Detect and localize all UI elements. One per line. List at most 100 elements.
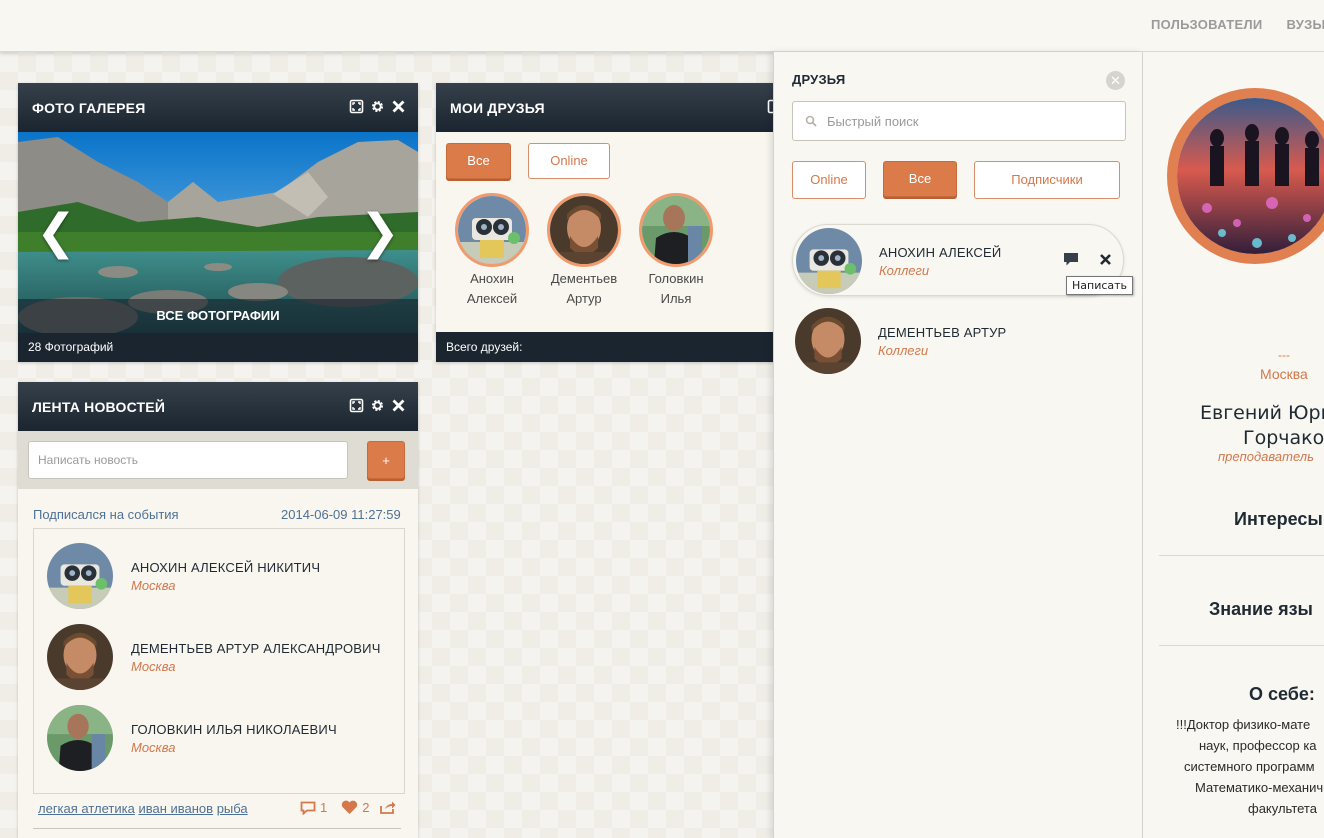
tag-link[interactable]: легкая атлетика: [38, 801, 135, 816]
avatar: [639, 193, 713, 267]
tag-link[interactable]: иван иванов: [138, 801, 213, 816]
friend-name: ДЕМЕНТЬЕВ АРТУР: [878, 325, 1007, 340]
languages-heading: Знание язы: [1209, 599, 1313, 619]
friend-tile[interactable]: Головкин Илья: [636, 193, 716, 309]
avatar: [47, 543, 113, 609]
message-icon[interactable]: [1063, 252, 1079, 267]
tab-all[interactable]: Все: [883, 161, 957, 197]
profile-city: Москва: [1260, 366, 1308, 382]
top-nav: ПОЛЬЗОВАТЕЛИ ВУЗЫ: [1151, 17, 1324, 32]
nav-users-link[interactable]: ПОЛЬЗОВАТЕЛИ: [1151, 17, 1263, 32]
tab-subscribers[interactable]: Подписчики: [974, 161, 1120, 199]
gallery-next-arrow[interactable]: ❯: [360, 208, 400, 256]
top-bar: ПОЛЬЗОВАТЕЛИ ВУЗЫ: [0, 0, 1324, 52]
about-heading: О себе:: [1249, 684, 1315, 704]
news-person[interactable]: ГОЛОВКИН ИЛЬЯ НИКОЛАЕВИЧ Москва: [47, 705, 337, 771]
close-icon[interactable]: [391, 99, 406, 114]
news-compose-row: +: [18, 431, 418, 489]
gallery-prev-arrow[interactable]: ❮: [36, 208, 76, 256]
widget-header: МОИ ДРУЗЬЯ: [436, 83, 774, 132]
tab-online[interactable]: Online: [792, 161, 866, 199]
news-input[interactable]: [28, 441, 348, 479]
friend-second-name: Алексей: [466, 291, 518, 306]
friend-second-name: Артур: [566, 291, 602, 306]
gallery-image[interactable]: ❮ ❯ ВСЕ ФОТОГРАФИИ: [18, 132, 418, 333]
nav-universities-link[interactable]: ВУЗЫ: [1287, 17, 1324, 32]
avatar: [455, 193, 529, 267]
friend-tile[interactable]: Дементьев Артур: [544, 193, 624, 309]
gear-icon[interactable]: [370, 99, 385, 114]
profile-role: преподаватель: [1218, 449, 1314, 464]
search-input[interactable]: [827, 102, 1117, 140]
about-line: !!!Доктор физико-мате: [1176, 717, 1311, 732]
search-icon: [805, 115, 817, 127]
news-event-time: 2014-06-09 11:27:59: [281, 507, 401, 522]
about-line: Математико-механич: [1195, 780, 1324, 795]
person-name: АНОХИН АЛЕКСЕЙ НИКИТИЧ: [131, 559, 321, 575]
person-info: ГОЛОВКИН ИЛЬЯ НИКОЛАЕВИЧ Москва: [131, 722, 337, 755]
message-tooltip: Написать: [1066, 276, 1134, 295]
photo-gallery-widget: ФОТО ГАЛЕРЕЯ ❮ ❯ ВСЕ ФОТОГРАФИИ 28 Фотог…: [18, 83, 418, 362]
widget-title: ФОТО ГАЛЕРЕЯ: [32, 99, 146, 116]
my-friends-widget: МОИ ДРУЗЬЯ Все Online Анохин Алексей Дем…: [436, 83, 774, 362]
filter-all-button[interactable]: Все: [446, 143, 511, 179]
friends-total-label: Всего друзей:: [436, 332, 774, 362]
comment-icon[interactable]: [300, 801, 316, 815]
widget-title: ЛЕНТА НОВОСТЕЙ: [32, 398, 166, 415]
profile-name-line2: Горчаков: [1243, 427, 1324, 449]
news-person[interactable]: ДЕМЕНТЬЕВ АРТУР АЛЕКСАНДРОВИЧ Москва: [47, 624, 381, 690]
news-tags: легкая атлетика иван иванов рыба: [38, 801, 248, 816]
close-icon[interactable]: ✕: [1106, 71, 1125, 90]
profile-name-line1: Евгений Юрь: [1200, 402, 1324, 424]
tag-link[interactable]: рыба: [217, 801, 248, 816]
news-event-text[interactable]: Подписался на события: [33, 507, 179, 522]
friend-first-name: Головкин: [648, 271, 704, 286]
friend-group: Коллеги: [878, 343, 929, 358]
friend-tile[interactable]: Анохин Алексей: [452, 193, 532, 309]
avatar: [47, 624, 113, 690]
likes-count: 2: [362, 800, 370, 815]
filter-online-button[interactable]: Online: [528, 143, 610, 179]
panel-title: ДРУЗЬЯ: [792, 72, 846, 87]
person-city: Москва: [131, 577, 176, 593]
widget-header: ЛЕНТА НОВОСТЕЙ: [18, 382, 418, 431]
person-info: АНОХИН АЛЕКСЕЙ НИКИТИЧ Москва: [131, 560, 320, 593]
gear-icon[interactable]: [370, 398, 385, 413]
quick-search: [792, 101, 1126, 141]
divider: [1159, 555, 1324, 556]
news-card: АНОХИН АЛЕКСЕЙ НИКИТИЧ Москва ДЕМЕНТЬЕВ …: [33, 528, 405, 794]
share-icon[interactable]: [379, 800, 396, 815]
expand-icon[interactable]: [349, 398, 364, 413]
expand-icon[interactable]: [349, 99, 364, 114]
interests-heading: Интересы: [1234, 509, 1323, 529]
avatar: [796, 228, 862, 294]
widget-tools: [349, 398, 406, 413]
friend-group: Коллеги: [879, 263, 930, 278]
about-line: факультета: [1248, 801, 1317, 816]
about-line: наук, профессор ка: [1199, 738, 1317, 753]
widget-title: МОИ ДРУЗЬЯ: [450, 99, 545, 116]
about-line: системного программ: [1184, 759, 1315, 774]
person-info: ДЕМЕНТЬЕВ АРТУР АЛЕКСАНДРОВИЧ Москва: [131, 641, 381, 674]
profile-dashes: ---: [1278, 348, 1290, 362]
avatar: [547, 193, 621, 267]
friend-name: АНОХИН АЛЕКСЕЙ: [879, 245, 1002, 260]
friend-second-name: Илья: [660, 291, 692, 306]
all-photos-button[interactable]: ВСЕ ФОТОГРАФИИ: [18, 299, 418, 333]
news-feed-widget: ЛЕНТА НОВОСТЕЙ + Подписался на события 2…: [18, 382, 418, 838]
news-stats: 1 2: [300, 800, 396, 815]
friend-row[interactable]: ДЕМЕНТЬЕВ АРТУР Коллеги: [792, 305, 1124, 377]
friends-panel: ДРУЗЬЯ ✕ Online Все Подписчики АНОХИН АЛ…: [773, 52, 1143, 838]
avatar: [795, 308, 861, 374]
close-icon[interactable]: [391, 398, 406, 413]
widget-tools: [349, 99, 406, 114]
photo-count-label: 28 Фотографий: [18, 333, 418, 362]
remove-friend-icon[interactable]: [1099, 253, 1112, 266]
heart-icon[interactable]: [341, 800, 358, 815]
person-city: Москва: [131, 739, 176, 755]
friend-first-name: Дементьев: [550, 271, 618, 286]
widget-header: ФОТО ГАЛЕРЕЯ: [18, 83, 418, 132]
add-news-button[interactable]: +: [367, 441, 405, 479]
news-person[interactable]: АНОХИН АЛЕКСЕЙ НИКИТИЧ Москва: [47, 543, 320, 609]
person-name: ГОЛОВКИН ИЛЬЯ НИКОЛАЕВИЧ: [131, 721, 337, 737]
